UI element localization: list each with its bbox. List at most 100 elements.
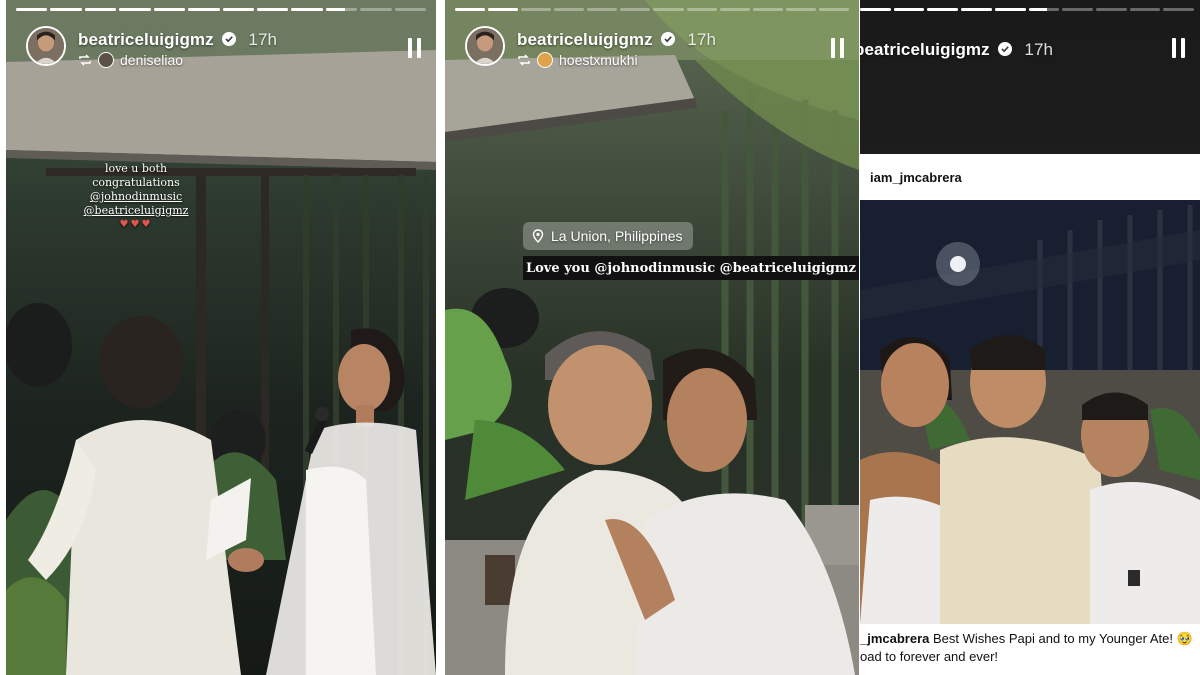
username[interactable]: beatriceluigigmz	[517, 30, 653, 49]
caption-sticker: Love you @johnodinmusic @beatriceluigigm…	[523, 256, 859, 280]
username-row[interactable]: beatriceluigigmz 17h	[860, 40, 1053, 60]
progress-segment-fill	[291, 8, 323, 11]
divider	[436, 0, 445, 675]
progress-segment-fill	[256, 8, 289, 11]
repost-icon	[79, 54, 91, 66]
progress-segment	[620, 8, 651, 11]
avatar[interactable]	[465, 26, 505, 66]
mention-johnodinmusic[interactable]: @johnodinmusic	[76, 190, 196, 204]
story-1-scene	[6, 0, 436, 675]
progress-segment	[686, 8, 717, 11]
repost-attribution[interactable]: hoestxmukhi	[517, 52, 638, 68]
heart-emoji-icons: ♥♥♥	[119, 219, 153, 230]
verified-icon	[221, 32, 236, 46]
username[interactable]: beatriceluigigmz	[860, 40, 990, 59]
progress-segment-fill	[325, 8, 345, 11]
location-label: La Union, Philippines	[551, 228, 683, 244]
story-2-scene	[445, 0, 859, 675]
pause-icon[interactable]	[408, 38, 422, 58]
story-header: beatriceluigigmz 17h deniseliao	[26, 24, 424, 72]
story-3-scene	[860, 200, 1200, 624]
progress-segment	[893, 8, 925, 11]
progress-segment	[1095, 8, 1127, 11]
location-pin-icon	[532, 229, 544, 243]
progress-segment-fill	[16, 8, 48, 11]
progress-segment-fill	[860, 8, 891, 11]
progress-segment	[860, 8, 891, 11]
progress-segment-fill	[488, 8, 519, 11]
shared-post-photo[interactable]	[860, 200, 1200, 624]
text-sticker: love u both congratulations @johnodinmus…	[76, 162, 196, 232]
progress-segment	[84, 8, 117, 11]
progress-segment	[222, 8, 254, 11]
avatar[interactable]	[26, 26, 66, 66]
story-panel-2[interactable]: beatriceluigigmz 17h hoestxmukhi La Unio…	[445, 0, 859, 675]
progress-segment	[653, 8, 684, 11]
sticker-line-2: congratulations	[92, 176, 180, 189]
progress-segment	[394, 8, 427, 11]
story-header: beatriceluigigmz 17h hoestxmukhi	[465, 24, 847, 72]
story-2-photo	[445, 0, 859, 675]
shared-post-caption: _jmcabrera Best Wishes Papi and to my Yo…	[860, 624, 1200, 675]
divider	[0, 0, 6, 675]
progress-segment	[785, 8, 816, 11]
pause-icon[interactable]	[1172, 38, 1186, 58]
progress-segment	[719, 8, 750, 11]
post-time: 17h	[248, 30, 278, 49]
post-time: 17h	[1024, 40, 1054, 59]
progress-segment	[455, 8, 486, 11]
progress-segment	[50, 8, 82, 11]
progress-segment	[16, 8, 48, 11]
progress-segment-fill	[119, 8, 151, 11]
progress-segment-fill	[222, 8, 254, 11]
progress-segment	[256, 8, 289, 11]
story-panel-3[interactable]: beatriceluigigmz 17h iam_jmcabrera _jmca…	[860, 0, 1200, 675]
username-row[interactable]: beatriceluigigmz 17h	[78, 30, 277, 50]
caption-username[interactable]: _jmcabrera	[860, 631, 929, 646]
progress-segment	[521, 8, 552, 11]
location-sticker[interactable]: La Union, Philippines	[523, 222, 693, 250]
progress-segment	[119, 8, 151, 11]
repost-icon	[518, 54, 530, 66]
progress-segment	[927, 8, 959, 11]
progress-segment-fill	[188, 8, 220, 11]
story-progress-bar	[455, 8, 849, 11]
progress-segment-fill	[84, 8, 117, 11]
caption-text: Best Wishes Papi and to my Younger Ate! …	[933, 631, 1193, 646]
progress-segment	[153, 8, 186, 11]
progress-segment	[961, 8, 992, 11]
repost-avatar	[98, 52, 114, 68]
progress-segment	[1062, 8, 1093, 11]
progress-segment	[818, 8, 849, 11]
repost-username[interactable]: hoestxmukhi	[559, 52, 638, 68]
mention-beatriceluigigmz[interactable]: @beatriceluigigmz	[76, 204, 196, 218]
progress-segment	[291, 8, 323, 11]
sticker-line-1: love u both	[104, 162, 168, 175]
repost-attribution[interactable]: deniseliao	[78, 52, 183, 68]
caption-text-line-2: oad to forever and ever!	[860, 649, 999, 664]
progress-segment-fill	[50, 8, 82, 11]
progress-segment	[1129, 8, 1161, 11]
username-row[interactable]: beatriceluigigmz 17h	[517, 30, 716, 50]
post-time: 17h	[687, 30, 717, 49]
progress-segment	[188, 8, 220, 11]
username[interactable]: beatriceluigigmz	[78, 30, 214, 49]
progress-segment	[1163, 8, 1195, 11]
repost-username[interactable]: deniseliao	[120, 52, 183, 68]
shared-post-author[interactable]: iam_jmcabrera	[870, 170, 962, 185]
progress-segment	[554, 8, 585, 11]
story-panel-1[interactable]: beatriceluigigmz 17h deniseliao love u b…	[6, 0, 436, 675]
progress-segment	[1028, 8, 1060, 11]
progress-segment-fill	[994, 8, 1026, 11]
progress-segment-fill	[1028, 8, 1047, 11]
story-progress-bar	[16, 8, 427, 11]
pause-icon[interactable]	[831, 38, 845, 58]
shared-post-header[interactable]: iam_jmcabrera	[860, 154, 1200, 200]
progress-segment-fill	[455, 8, 486, 11]
progress-segment-fill	[153, 8, 186, 11]
progress-segment-fill	[893, 8, 925, 11]
story-1-photo	[6, 0, 436, 675]
progress-segment	[587, 8, 618, 11]
progress-segment	[994, 8, 1026, 11]
divider	[859, 0, 860, 675]
